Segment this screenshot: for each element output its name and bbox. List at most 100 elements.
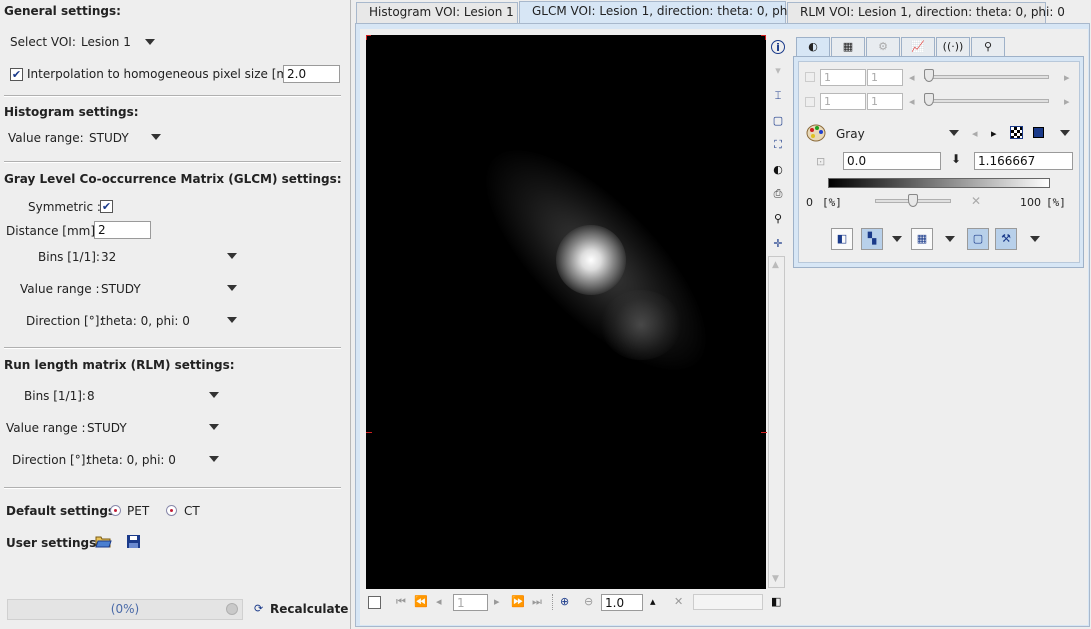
lock-checkbox[interactable]	[805, 97, 815, 107]
open-folder-icon[interactable]	[95, 534, 112, 549]
tab-histogram-plot[interactable]: 📈	[901, 37, 935, 56]
tab-glcm[interactable]: GLCM VOI: Lesion 1, direction: theta: 0,…	[519, 1, 806, 24]
chevron-down-icon[interactable]	[209, 424, 219, 430]
stop-icon[interactable]	[226, 603, 238, 615]
pin-icon[interactable]: ⚲	[771, 212, 785, 226]
roi-icon[interactable]: ▢	[771, 114, 785, 128]
colormap-dropdown[interactable]: Gray	[836, 127, 865, 141]
field-2a[interactable]: 1	[820, 93, 866, 110]
grid-icon[interactable]: ▦	[911, 228, 933, 250]
left-arrow-icon[interactable]: ◂	[909, 95, 915, 108]
tab-histogram[interactable]: Histogram VOI: Lesion 1	[356, 2, 518, 23]
last-slice-icon[interactable]: ⏭	[532, 596, 542, 608]
chevron-down-icon[interactable]	[227, 285, 237, 291]
prev-colormap-icon[interactable]: ◂	[972, 127, 978, 140]
down-arrow-icon[interactable]: ⬇	[951, 152, 965, 168]
chevron-down-icon[interactable]	[145, 39, 155, 45]
recalculate-button[interactable]: Recalculate	[270, 602, 348, 616]
chevron-down-icon[interactable]	[1030, 236, 1040, 242]
next-colormap-icon[interactable]: ▸	[991, 127, 997, 140]
horizontal-slider[interactable]	[693, 594, 763, 610]
tab-filter[interactable]: ⚙	[866, 37, 900, 56]
right-arrow-icon[interactable]: ▸	[1064, 95, 1070, 108]
glcm-bins-dropdown[interactable]: 32	[101, 250, 116, 264]
scrollbar[interactable]: ▲ ▼	[768, 256, 785, 588]
shape-icon[interactable]: ▢	[967, 228, 989, 250]
scroll-up-icon[interactable]: ▲	[772, 260, 779, 270]
next-slice-icon[interactable]: ▸	[494, 596, 500, 608]
chevron-down-icon[interactable]	[1060, 130, 1070, 136]
select-voi-dropdown[interactable]: Lesion 1	[81, 35, 131, 49]
profile-icon[interactable]: ⌶	[771, 89, 785, 103]
contrast-icon[interactable]: ◐	[771, 163, 785, 177]
field-2b[interactable]: 1	[867, 93, 903, 110]
opacity-slider-thumb[interactable]	[908, 194, 918, 207]
field-1b[interactable]: 1	[867, 69, 903, 86]
crosshair-icon[interactable]: ✛	[771, 237, 785, 251]
chevron-down-icon[interactable]	[151, 134, 161, 140]
palette-icon[interactable]	[806, 123, 826, 143]
scroll-down-icon[interactable]: ▼	[772, 574, 779, 584]
fast-back-icon[interactable]: ⏪	[414, 596, 428, 608]
chevron-down-icon[interactable]	[227, 253, 237, 259]
chevron-down-icon[interactable]: ▾	[771, 64, 785, 78]
chevron-down-icon[interactable]	[209, 456, 219, 462]
tools-icon[interactable]: ⚒	[995, 228, 1017, 250]
prev-slice-icon[interactable]: ◂	[436, 596, 442, 608]
zoom-in-icon[interactable]: ⊕	[560, 596, 569, 608]
zoom-up-icon[interactable]: ▴	[650, 596, 656, 608]
slider-thumb[interactable]	[924, 93, 934, 106]
rlm-value-range-dropdown[interactable]: STUDY	[87, 421, 127, 435]
select-voi-label: Select VOI:	[10, 35, 76, 49]
invert-icon[interactable]: ◧	[831, 228, 853, 250]
tab-pin[interactable]: ⚲	[971, 37, 1005, 56]
close-icon[interactable]: ✕	[674, 596, 683, 608]
hist-value-range-dropdown[interactable]: STUDY	[89, 131, 129, 145]
slider-track[interactable]	[924, 75, 1049, 79]
colormap-options-icon[interactable]	[1033, 127, 1044, 138]
zoom-field[interactable]	[601, 594, 643, 611]
lock-checkbox[interactable]	[805, 72, 815, 82]
ct-radio[interactable]	[166, 505, 177, 516]
close-icon[interactable]: ✕	[971, 194, 981, 208]
tab-grid[interactable]: ▦	[831, 37, 865, 56]
rlm-bins-dropdown[interactable]: 8	[87, 389, 95, 403]
chevron-down-icon[interactable]	[949, 130, 959, 136]
field-1a[interactable]: 1	[820, 69, 866, 86]
zoom-out-icon[interactable]: ⊖	[584, 596, 593, 608]
pet-radio[interactable]	[110, 505, 121, 516]
min-value-field[interactable]	[843, 152, 941, 170]
tab-rlm[interactable]: RLM VOI: Lesion 1, direction: theta: 0, …	[787, 2, 1065, 23]
fast-forward-icon[interactable]: ⏩	[511, 596, 525, 608]
max-value-field[interactable]	[974, 152, 1073, 170]
symmetric-checkbox[interactable]: ✔	[100, 200, 113, 213]
info-icon[interactable]: i	[771, 40, 785, 54]
colorbar[interactable]	[828, 178, 1050, 188]
tab-signal[interactable]: ((·))	[936, 37, 970, 56]
chevron-down-icon[interactable]	[945, 236, 955, 242]
interpolation-checkbox[interactable]: ✔	[10, 68, 23, 81]
print-icon[interactable]: ⎙	[771, 187, 785, 201]
slice-field[interactable]	[453, 594, 488, 611]
slider-track[interactable]	[924, 99, 1049, 103]
matrix-image[interactable]	[366, 35, 766, 589]
right-arrow-icon[interactable]: ▸	[1064, 71, 1070, 84]
chevron-down-icon[interactable]	[227, 317, 237, 323]
rlm-direction-dropdown[interactable]: theta: 0, phi: 0	[87, 453, 176, 467]
interpolation-field[interactable]	[283, 65, 340, 83]
fit-icon[interactable]: ⛶	[771, 138, 785, 152]
tab-contrast[interactable]: ◐	[796, 37, 830, 56]
distance-field[interactable]	[94, 221, 151, 239]
layout-icon[interactable]: ◧	[771, 596, 781, 608]
pixel-mode-icon[interactable]: ▚	[861, 228, 883, 250]
glcm-value-range-dropdown[interactable]: STUDY	[101, 282, 141, 296]
first-slice-icon[interactable]: ⏮	[396, 596, 406, 608]
glcm-direction-dropdown[interactable]: theta: 0, phi: 0	[101, 314, 190, 328]
colormap-pattern-icon[interactable]	[1010, 126, 1023, 139]
slider-thumb[interactable]	[924, 69, 934, 82]
chevron-down-icon[interactable]	[209, 392, 219, 398]
save-icon[interactable]	[126, 534, 141, 549]
chevron-down-icon[interactable]	[892, 236, 902, 242]
sync-checkbox[interactable]	[368, 596, 381, 609]
left-arrow-icon[interactable]: ◂	[909, 71, 915, 84]
